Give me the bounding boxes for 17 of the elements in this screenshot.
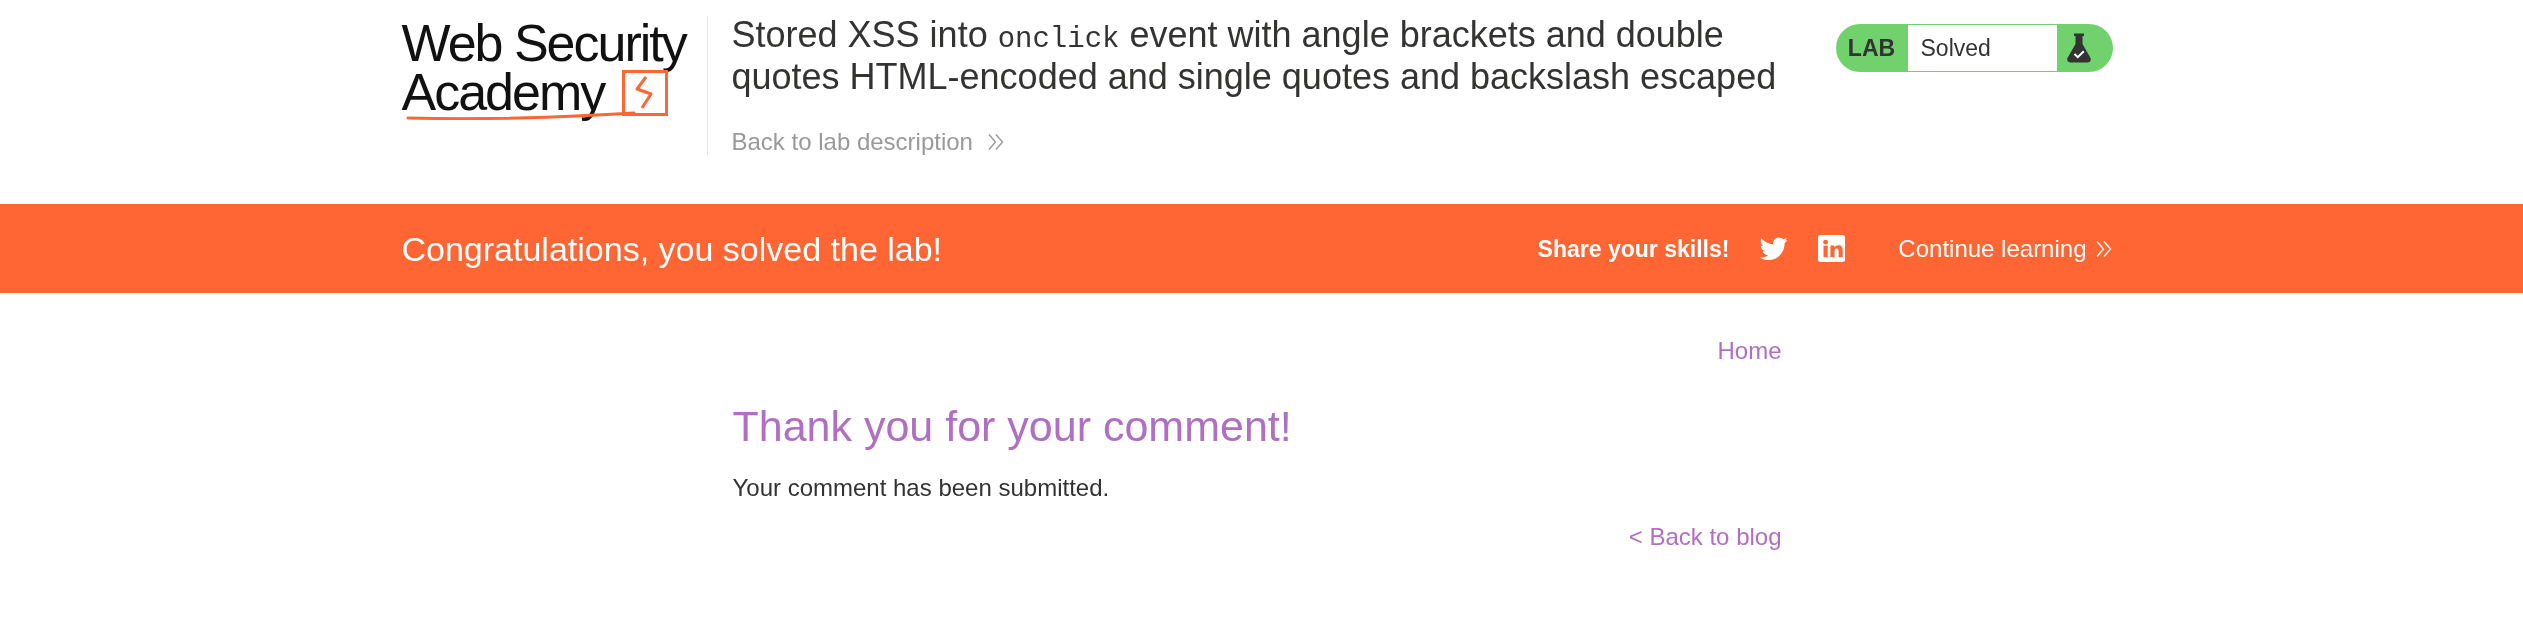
double-chevron-icon — [986, 133, 1005, 151]
share-label: Share your skills! — [1537, 234, 1730, 263]
confirmation-message: Your comment has been submitted. — [732, 474, 1111, 502]
lab-label: LAB — [1846, 34, 1897, 63]
twitter-icon[interactable] — [1760, 237, 1789, 260]
linkedin-icon[interactable] — [1818, 235, 1846, 262]
success-message: Congratulations, you solved the lab! — [401, 228, 943, 269]
continue-learning-link[interactable]: Continue learning — [1898, 234, 2113, 263]
academy-logo[interactable]: Web Security Academy — [401, 19, 686, 121]
lab-title: Stored XSS into onclick event with angle brackets and double quotes HTML-encoded and single quotes and backslash escaped — [731, 16, 1778, 95]
back-to-lab-description-link[interactable]: Back to lab description — [731, 128, 1005, 156]
confirmation-heading: Thank you for your comment! — [732, 401, 1293, 451]
back-to-blog-link[interactable]: < Back to blog — [1628, 523, 1782, 550]
flask-icon — [2066, 33, 2091, 63]
lab-status-text: Solved — [1907, 25, 2057, 71]
double-chevron-icon — [2094, 239, 2113, 258]
home-link[interactable]: Home — [1717, 337, 1782, 364]
